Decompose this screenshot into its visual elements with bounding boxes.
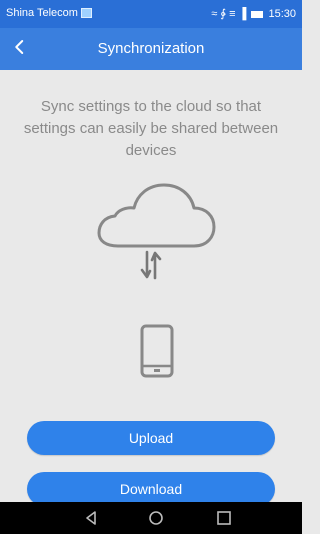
- system-nav-bar: [0, 502, 302, 534]
- status-indicators: ≈ ∳ ≡ ▐ 15:30: [211, 7, 296, 20]
- status-time: 15:30: [268, 8, 296, 20]
- page-title: Synchronization: [97, 40, 205, 57]
- phone-icon: [140, 324, 174, 378]
- battery-icon: [251, 10, 264, 18]
- sync-content: Sync settings to the cloud so that setti…: [0, 70, 302, 506]
- sim-card-icon: [80, 8, 92, 19]
- upload-button[interactable]: Upload: [27, 421, 275, 455]
- nav-home-icon[interactable]: [146, 508, 166, 528]
- nav-back-icon[interactable]: [82, 508, 102, 528]
- app-bar: Synchronization: [0, 28, 302, 70]
- sync-description: Sync settings to the cloud so that setti…: [23, 98, 279, 159]
- status-bar: Shina Telecom ≈ ∳ ≡ ▐ 15:30: [0, 0, 302, 28]
- sync-arrows-icon: [140, 250, 162, 280]
- download-button[interactable]: Download: [27, 472, 275, 506]
- carrier-name: Shina Telecom: [6, 7, 92, 19]
- signal-icons: ≈ ∳ ≡ ▐: [211, 8, 247, 20]
- cloud-icon: [97, 183, 216, 248]
- nav-recents-icon[interactable]: [214, 508, 234, 528]
